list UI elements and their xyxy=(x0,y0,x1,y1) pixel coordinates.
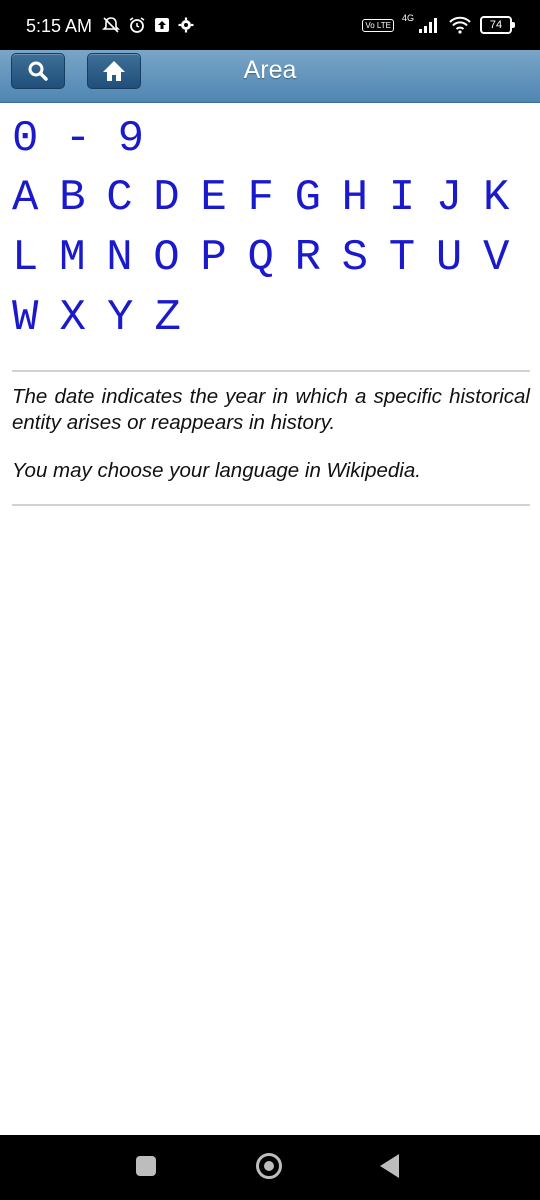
home-button[interactable] xyxy=(87,53,141,89)
status-icons-right: Vo LTE 4G 74 xyxy=(362,12,515,38)
index-link-f[interactable]: F xyxy=(247,168,294,228)
index-link-g[interactable]: G xyxy=(295,168,342,228)
index-link-u[interactable]: U xyxy=(436,228,483,288)
index-link-b[interactable]: B xyxy=(59,168,106,228)
index-link-k[interactable]: K xyxy=(483,168,530,228)
divider-bottom xyxy=(12,504,530,506)
index-link-z[interactable]: Z xyxy=(155,288,203,348)
index-link-n[interactable]: N xyxy=(106,228,153,288)
index-link-c[interactable]: C xyxy=(106,168,153,228)
search-button[interactable] xyxy=(11,53,65,89)
index-link-v[interactable]: V xyxy=(483,228,530,288)
index-link-j[interactable]: J xyxy=(436,168,483,228)
index-link-digits[interactable]: 0 - 9 xyxy=(12,110,144,168)
home-icon xyxy=(103,61,125,81)
header-bar: Area xyxy=(0,50,540,103)
upload-icon xyxy=(155,18,169,32)
alarm-icon xyxy=(129,17,145,33)
wifi-icon xyxy=(449,16,471,34)
volte-icon: Vo LTE xyxy=(362,18,394,32)
status-bar: 5:15 AM Vo LTE 4G 74 xyxy=(0,0,540,50)
status-time: 5:15 AM xyxy=(26,16,93,36)
home-nav-icon[interactable] xyxy=(256,1153,282,1179)
index-link-r[interactable]: R xyxy=(295,228,342,288)
index-link-w[interactable]: W xyxy=(12,288,60,348)
index-row-2: L M N O P Q R S T U V xyxy=(12,228,530,288)
index-link-h[interactable]: H xyxy=(342,168,389,228)
system-nav-bar xyxy=(0,1135,540,1200)
index-link-e[interactable]: E xyxy=(200,168,247,228)
index-link-q[interactable]: Q xyxy=(247,228,294,288)
date-note: The date indicates the year in which a s… xyxy=(12,385,530,434)
search-icon xyxy=(28,61,48,81)
notifications-off-icon xyxy=(102,17,120,33)
index-row-digits: 0 - 9 xyxy=(12,110,530,168)
language-note: You may choose your language in Wikipedi… xyxy=(12,459,421,482)
index-link-s[interactable]: S xyxy=(342,228,389,288)
index-link-m[interactable]: M xyxy=(59,228,106,288)
index-link-t[interactable]: T xyxy=(389,228,436,288)
index-link-y[interactable]: Y xyxy=(107,288,155,348)
back-icon[interactable] xyxy=(380,1154,399,1178)
battery-icon: 74 xyxy=(480,16,515,34)
network-type: 4G xyxy=(401,13,414,23)
index-link-x[interactable]: X xyxy=(60,288,108,348)
status-icons-left xyxy=(102,13,194,37)
index-link-l[interactable]: L xyxy=(12,228,59,288)
index-link-o[interactable]: O xyxy=(153,228,200,288)
main-content: 0 - 9 A B C D E F G H I J K L M N O P Q … xyxy=(12,110,530,506)
index-link-d[interactable]: D xyxy=(153,168,200,228)
index-link-a[interactable]: A xyxy=(12,168,59,228)
page-title: Area xyxy=(243,56,297,84)
recents-icon[interactable] xyxy=(136,1156,156,1176)
settings-icon xyxy=(178,17,194,33)
index-link-i[interactable]: I xyxy=(389,168,436,228)
index-link-p[interactable]: P xyxy=(200,228,247,288)
index-row-3: W X Y Z xyxy=(12,288,530,348)
divider-top xyxy=(12,370,530,372)
index-row-1: A B C D E F G H I J K xyxy=(12,168,530,228)
signal-icon xyxy=(419,18,437,33)
